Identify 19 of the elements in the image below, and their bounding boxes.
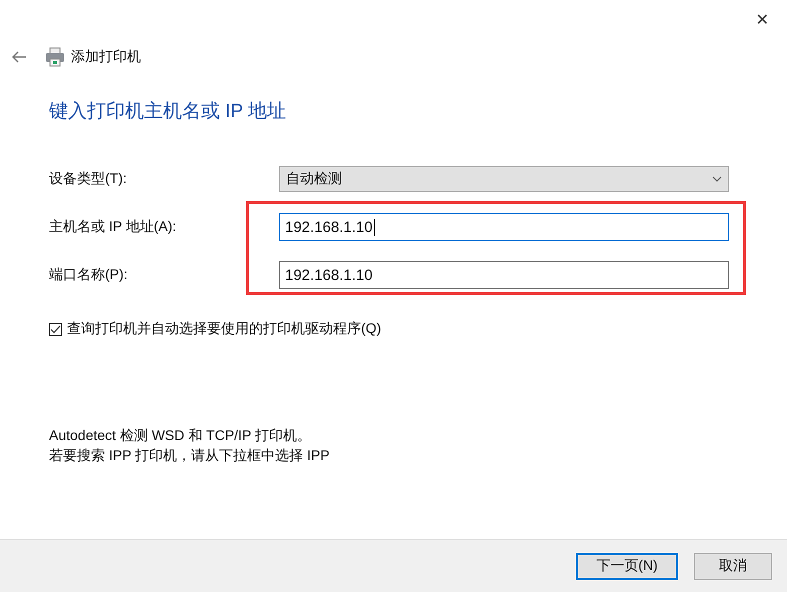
field-label: 主机名或 IP 地址(A):: [49, 218, 178, 236]
checkbox[interactable]: [49, 322, 62, 336]
input-field[interactable]: 192.168.1.10: [279, 261, 729, 289]
field-label: 端口名称(P):: [49, 266, 129, 284]
close-button[interactable]: ✕: [752, 8, 773, 31]
page-heading: 键入打印机主机名或 IP 地址: [49, 100, 288, 124]
device-type-dropdown[interactable]: 自动检测: [279, 166, 729, 192]
printer-icon: [45, 47, 65, 67]
input-field[interactable]: 192.168.1.10: [279, 213, 729, 241]
window-title: 添加打印机: [71, 48, 141, 66]
dropdown-value: 自动检测: [286, 170, 342, 188]
info-text: 若要搜索 IPP 打印机，请从下拉框中选择 IPP: [49, 446, 331, 465]
chevron-icon: [712, 176, 722, 182]
cancel-button[interactable]: 取消: [694, 552, 772, 580]
next-button[interactable]: 下一页(N): [576, 552, 678, 580]
checkbox-label: 查询打印机并自动选择要使用的打印机驱动程序(Q): [67, 320, 382, 338]
field-label: 设备类型(T):: [49, 170, 128, 188]
back-icon[interactable]: [11, 51, 27, 63]
info-text: Autodetect 检测 WSD 和 TCP/IP 打印机。: [49, 426, 312, 445]
